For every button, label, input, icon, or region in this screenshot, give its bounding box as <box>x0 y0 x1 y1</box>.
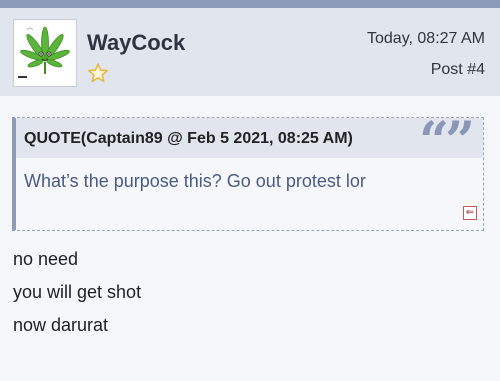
message-line: no need <box>13 249 79 269</box>
cannabis-leaf-icon <box>18 26 70 78</box>
quote-marks-icon: “” <box>419 111 475 172</box>
star-outline-icon <box>87 62 109 84</box>
quote-header: QUOTE(Captain89 @ Feb 5 2021, 08:25 AM) … <box>16 116 483 168</box>
message-line: now darurat <box>13 315 109 335</box>
top-bar <box>0 0 500 8</box>
quote-title: QUOTE(Captain89 @ Feb 5 2021, 08:25 AM) <box>24 130 353 147</box>
back-arrow-icon[interactable]: ⇐ <box>463 206 477 220</box>
avatar[interactable] <box>13 19 77 87</box>
quote-block: QUOTE(Captain89 @ Feb 5 2021, 08:25 AM) … <box>12 116 484 231</box>
username[interactable]: WayCock <box>87 30 185 56</box>
message-line: you will get shot <box>13 282 142 302</box>
post-date: Today, 08:27 AM <box>367 30 485 47</box>
quote-text: What’s the purpose this? Go out protest … <box>24 171 366 191</box>
post-number-link[interactable]: Post #4 <box>431 61 485 79</box>
